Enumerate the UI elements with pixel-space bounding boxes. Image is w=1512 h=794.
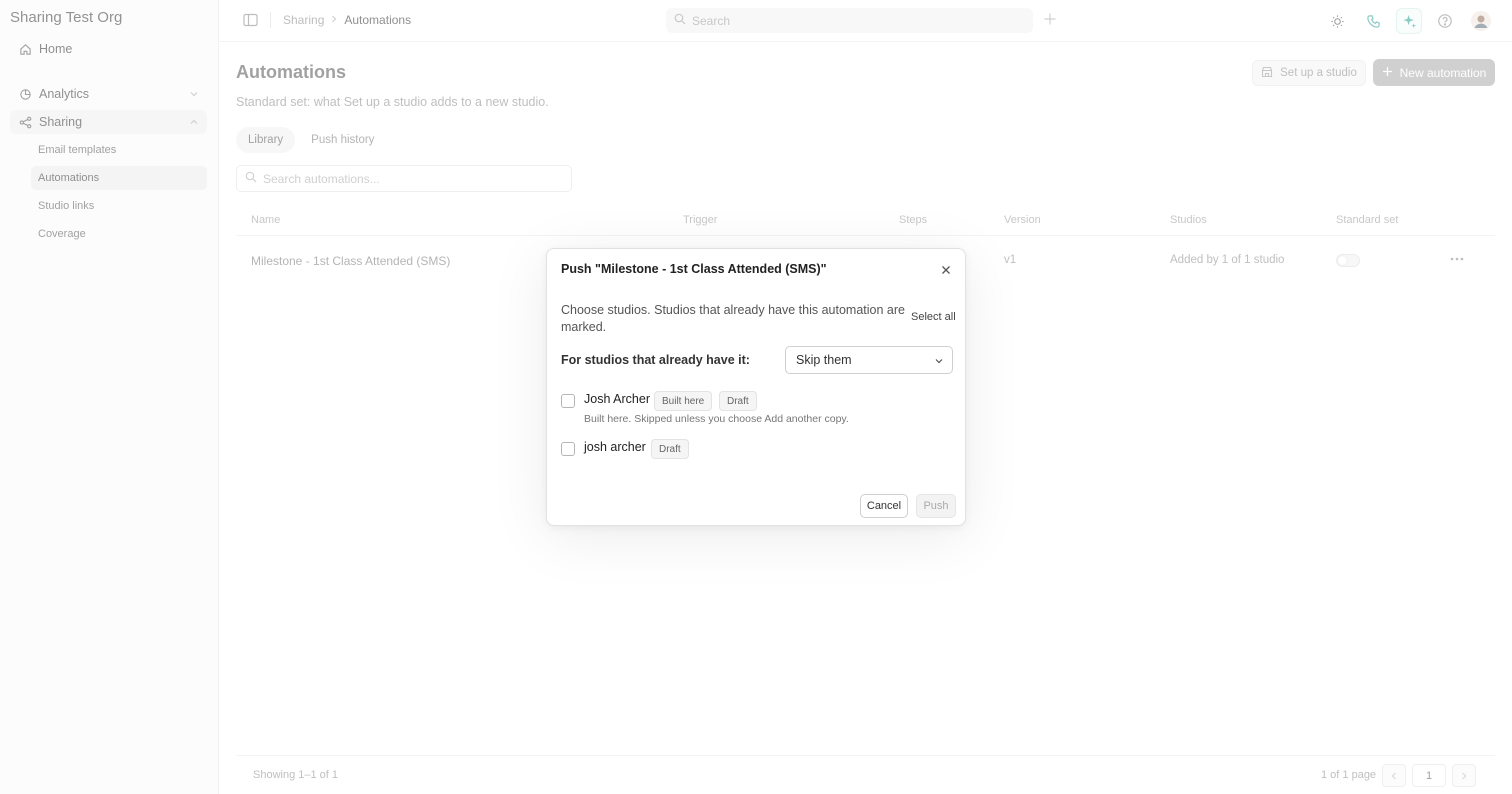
cancel-button[interactable]: Cancel <box>860 494 908 518</box>
chevron-down-icon <box>934 355 944 369</box>
conflict-select[interactable]: Skip them <box>785 346 953 374</box>
studio-checkbox[interactable] <box>561 442 575 456</box>
built-here-badge: Built here <box>654 391 713 411</box>
studio-name[interactable]: josh archer <box>584 440 646 454</box>
dialog-description: Choose studios. Studios that already hav… <box>561 303 905 334</box>
studio-checkbox[interactable] <box>561 394 575 408</box>
push-button[interactable]: Push <box>916 494 956 518</box>
studio-name[interactable]: Josh Archer <box>584 392 650 406</box>
conflict-select-value: Skip them <box>796 353 852 367</box>
close-icon[interactable] <box>939 263 953 277</box>
conflict-label: For studios that already have it: <box>561 353 750 367</box>
studio-note: Built here. Skipped unless you choose Ad… <box>584 413 849 425</box>
draft-badge: Draft <box>651 439 689 459</box>
dialog-title: Push "Milestone - 1st Class Attended (SM… <box>561 262 827 276</box>
select-all-button[interactable]: Select all <box>911 311 956 323</box>
draft-badge: Draft <box>719 391 757 411</box>
push-dialog: Push "Milestone - 1st Class Attended (SM… <box>546 248 966 526</box>
